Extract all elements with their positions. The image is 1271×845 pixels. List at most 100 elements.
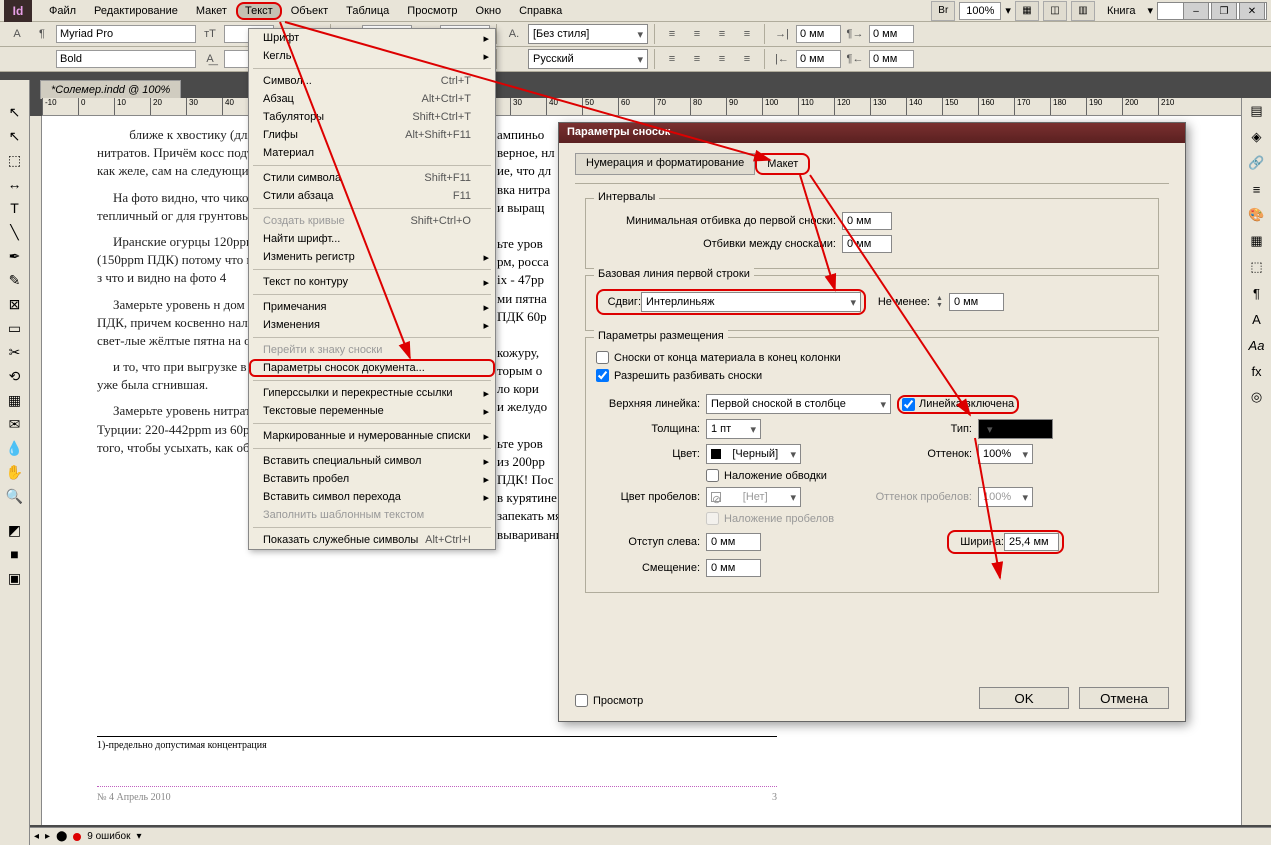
- object-panel-icon[interactable]: ⬚: [1242, 254, 1271, 280]
- menu-item[interactable]: Показать служебные символыAlt+Ctrl+I: [249, 531, 495, 549]
- ok-button[interactable]: OK: [979, 687, 1069, 709]
- styles-panel-icon[interactable]: Aa: [1242, 332, 1271, 358]
- menu-item[interactable]: Вставить символ перехода: [249, 488, 495, 506]
- menu-item[interactable]: Гиперссылки и перекрестные ссылки: [249, 384, 495, 402]
- gap-tool-icon[interactable]: ↔: [2, 173, 28, 195]
- weight-select[interactable]: 1 пт: [706, 419, 761, 439]
- left-indent-input[interactable]: [706, 533, 761, 551]
- para-mode-icon[interactable]: ¶: [31, 24, 53, 44]
- align-center-icon[interactable]: ≡: [686, 24, 708, 44]
- rule-select[interactable]: Первой сноской в столбце: [706, 394, 891, 414]
- menu-item[interactable]: Символ...Ctrl+T: [249, 72, 495, 90]
- tab-layout[interactable]: Макет: [755, 153, 810, 175]
- align-jc-icon[interactable]: ≡: [686, 49, 708, 69]
- menu-item[interactable]: Текстовые переменные: [249, 402, 495, 420]
- pencil-tool-icon[interactable]: ✎: [2, 269, 28, 291]
- font-style-input[interactable]: [56, 50, 196, 68]
- close-button[interactable]: ✕: [1239, 2, 1265, 20]
- indent-last-input[interactable]: [869, 50, 914, 68]
- overprint-stroke-checkbox[interactable]: [706, 469, 719, 482]
- eyedropper-tool-icon[interactable]: 💧: [2, 437, 28, 459]
- menu-макет[interactable]: Макет: [187, 2, 236, 20]
- zoom-level[interactable]: 100%: [959, 2, 1001, 20]
- effects-panel-icon[interactable]: fx: [1242, 358, 1271, 384]
- menu-item[interactable]: Стили символаShift+F11: [249, 169, 495, 187]
- tint-select[interactable]: 100%: [978, 444, 1033, 464]
- min-space-input[interactable]: [842, 212, 892, 230]
- menu-item[interactable]: Стили абзацаF11: [249, 187, 495, 205]
- menu-item[interactable]: Изменения: [249, 316, 495, 334]
- zoom-tool-icon[interactable]: 🔍: [2, 485, 28, 507]
- menu-файл[interactable]: Файл: [40, 2, 85, 20]
- menu-редактирование[interactable]: Редактирование: [85, 2, 187, 20]
- align-jr-icon[interactable]: ≡: [711, 49, 733, 69]
- links-panel-icon[interactable]: 🔗: [1242, 150, 1271, 176]
- indent-right-input[interactable]: [796, 50, 841, 68]
- line-tool-icon[interactable]: ╲: [2, 221, 28, 243]
- page-tool-icon[interactable]: ⬚: [2, 149, 28, 171]
- menu-таблица[interactable]: Таблица: [337, 2, 398, 20]
- type-tool-icon[interactable]: T: [2, 197, 28, 219]
- page-nav-prev-icon[interactable]: ◂: [34, 831, 39, 842]
- direct-selection-tool-icon[interactable]: ↖: [2, 125, 28, 147]
- font-family-input[interactable]: [56, 25, 196, 43]
- gap-color-select[interactable]: ⊘[Нет]: [706, 487, 801, 507]
- menu-объект[interactable]: Объект: [282, 2, 337, 20]
- tab-numbering[interactable]: Нумерация и форматирование: [575, 153, 755, 175]
- char-mode-icon[interactable]: A: [6, 24, 28, 44]
- rect-tool-icon[interactable]: ▭: [2, 317, 28, 339]
- menu-item[interactable]: Параметры сносок документа...: [249, 359, 495, 377]
- rect-frame-tool-icon[interactable]: ⊠: [2, 293, 28, 315]
- color-select[interactable]: [Черный]: [706, 444, 801, 464]
- preview-checkbox[interactable]: [575, 694, 588, 707]
- menu-item[interactable]: Изменить регистр: [249, 248, 495, 266]
- bridge-button[interactable]: Br: [931, 1, 955, 21]
- menu-item[interactable]: Материал: [249, 144, 495, 162]
- minimize-button[interactable]: –: [1183, 2, 1209, 20]
- menu-текст[interactable]: Текст: [236, 2, 282, 20]
- menu-item[interactable]: Примечания: [249, 298, 495, 316]
- color-swatch-icon[interactable]: ■: [2, 543, 28, 565]
- menu-item[interactable]: Найти шрифт...: [249, 230, 495, 248]
- min-input[interactable]: [949, 293, 1004, 311]
- transform-tool-icon[interactable]: ⟲: [2, 365, 28, 387]
- menu-item[interactable]: Шрифт: [249, 29, 495, 47]
- split-footnotes-checkbox[interactable]: [596, 369, 609, 382]
- cancel-button[interactable]: Отмена: [1079, 687, 1169, 709]
- maximize-button[interactable]: ❐: [1211, 2, 1237, 20]
- menu-item[interactable]: Кегль: [249, 47, 495, 65]
- color-panel-icon[interactable]: 🎨: [1242, 202, 1271, 228]
- menu-просмотр[interactable]: Просмотр: [398, 2, 466, 20]
- indent-left-input[interactable]: [796, 25, 841, 43]
- menu-item[interactable]: Текст по контуру: [249, 273, 495, 291]
- offset-select[interactable]: Интерлиньяж: [641, 292, 861, 312]
- menu-item[interactable]: Вставить пробел: [249, 470, 495, 488]
- wrap-panel-icon[interactable]: ◎: [1242, 384, 1271, 410]
- dropdown-icon[interactable]: ▾: [1147, 4, 1153, 17]
- errors-label[interactable]: 9 ошибок: [87, 831, 130, 842]
- rule-on-checkbox[interactable]: [902, 398, 915, 411]
- dropdown-icon[interactable]: ▾: [1005, 4, 1011, 17]
- view-mode-icon[interactable]: ▣: [2, 567, 28, 589]
- align-jl-icon[interactable]: ≡: [661, 49, 683, 69]
- workspace-label[interactable]: Книга: [1099, 3, 1144, 19]
- menu-справка[interactable]: Справка: [510, 2, 571, 20]
- language-select[interactable]: Русский: [528, 49, 648, 69]
- screen-mode-icon[interactable]: ◫: [1043, 1, 1067, 21]
- swatches-panel-icon[interactable]: ▦: [1242, 228, 1271, 254]
- dropdown-icon[interactable]: ▾: [136, 831, 141, 842]
- menu-item[interactable]: Вставить специальный символ: [249, 452, 495, 470]
- menu-item[interactable]: АбзацAlt+Ctrl+T: [249, 90, 495, 108]
- menu-окно[interactable]: Окно: [467, 2, 511, 20]
- char-panel-icon[interactable]: A: [1242, 306, 1271, 332]
- preflight-icon[interactable]: ⬤: [56, 831, 67, 842]
- note-tool-icon[interactable]: ✉: [2, 413, 28, 435]
- arrange-icon[interactable]: ▥: [1071, 1, 1095, 21]
- width-input[interactable]: [1004, 533, 1059, 551]
- end-column-checkbox[interactable]: [596, 351, 609, 364]
- align-left-icon[interactable]: ≡: [661, 24, 683, 44]
- layers-panel-icon[interactable]: ◈: [1242, 124, 1271, 150]
- menu-item[interactable]: Маркированные и нумерованные списки: [249, 427, 495, 445]
- para-panel-icon[interactable]: ¶: [1242, 280, 1271, 306]
- selection-tool-icon[interactable]: ↖: [2, 101, 28, 123]
